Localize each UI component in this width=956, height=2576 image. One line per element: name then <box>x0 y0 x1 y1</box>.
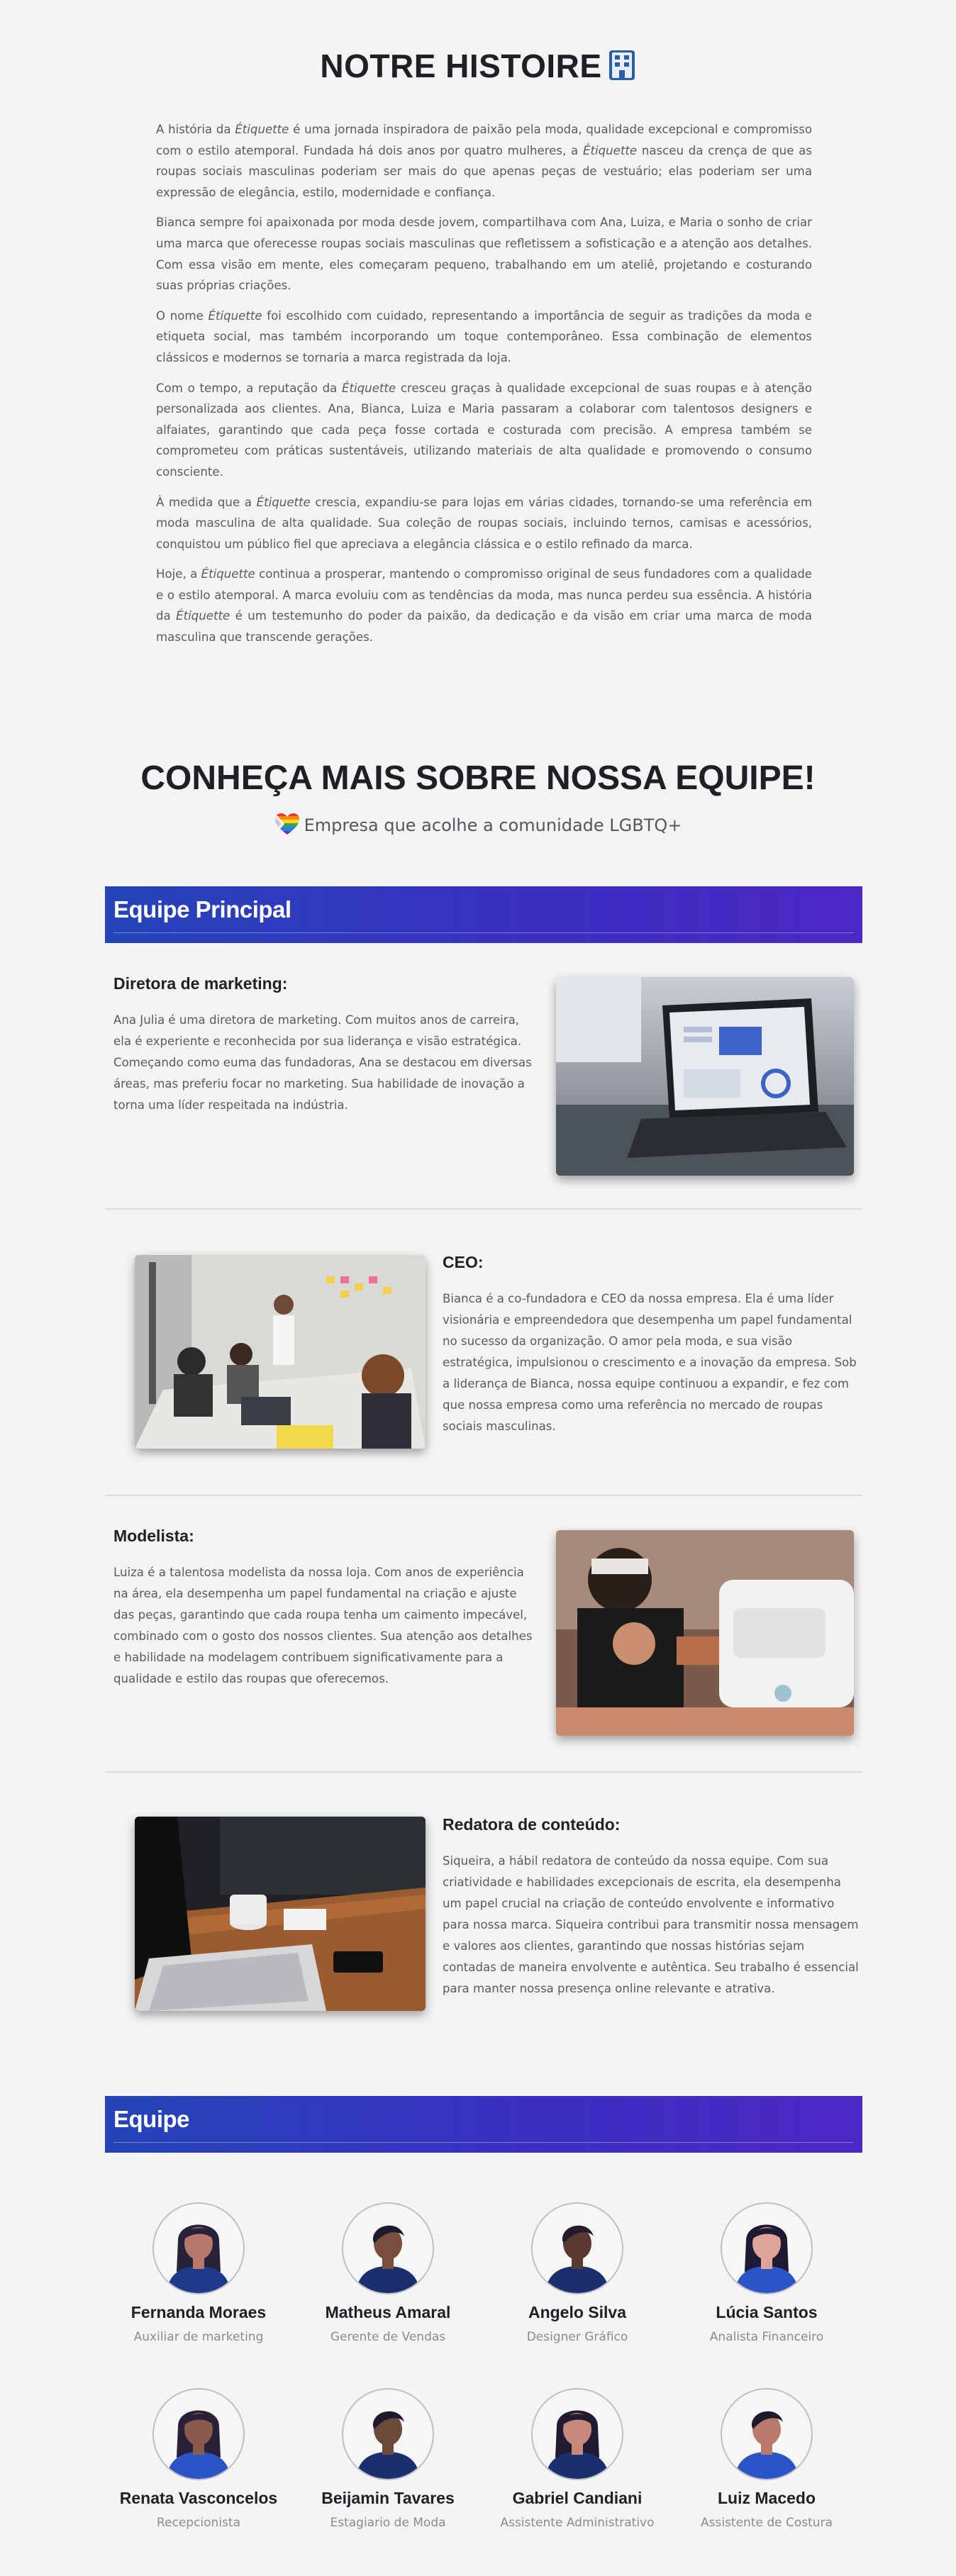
team-member-role: Analista Financeiro <box>709 2330 824 2344</box>
team-member-role: Auxiliar de marketing <box>133 2330 264 2344</box>
story-paragraph: Com o tempo, a reputação da Étiquette cr… <box>156 378 812 483</box>
story-paragraph: À medida que a Étiquette crescia, expand… <box>156 492 812 555</box>
member-role: Modelista: <box>113 1527 194 1545</box>
person-avatar-illustration <box>735 2224 799 2293</box>
banner-divider <box>113 932 854 933</box>
avatar <box>152 2202 245 2295</box>
avatar <box>531 2388 623 2480</box>
story-text: À medida que a <box>156 495 257 509</box>
story-paragraph: Bianca sempre foi apaixonada por moda de… <box>156 212 812 296</box>
member-role: Diretora de marketing: <box>113 974 288 993</box>
brand-name: Étiquette <box>256 495 311 509</box>
person-avatar-illustration <box>545 2410 609 2479</box>
team-member-role: Designer Gráfico <box>526 2330 628 2344</box>
avatar <box>342 2388 434 2480</box>
main-team-banner: Equipe Principal <box>105 886 862 943</box>
team-banner: Equipe <box>105 2096 862 2153</box>
team-member-role: Recepcionista <box>156 2516 240 2530</box>
desk-laptop-coffee-photo <box>135 1817 426 2011</box>
team-meeting-photo <box>135 1255 426 1449</box>
brand-name: Étiquette <box>176 609 230 623</box>
brand-name: Étiquette <box>235 123 289 136</box>
team-member-role: Assistente Administrativo <box>500 2516 655 2530</box>
team-member-role: Gerente de Vendas <box>330 2330 446 2344</box>
story-title-text: NOTRE HISTOIRE <box>320 48 602 84</box>
rainbow-heart-icon <box>274 813 300 840</box>
person-avatar-illustration <box>167 2410 230 2479</box>
member-role: Redatora de conteúdo: <box>443 1815 621 1834</box>
story-text: Bianca sempre foi apaixonada por moda de… <box>156 216 812 293</box>
team-member-name: Lúcia Santos <box>716 2303 818 2321</box>
sewing-machine-photo <box>556 1530 854 1736</box>
person-avatar-illustration <box>735 2411 799 2479</box>
member-role: CEO: <box>443 1253 484 1271</box>
team-member-role: Estagiario de Moda <box>330 2516 446 2530</box>
section-divider <box>105 1495 862 1496</box>
lgbt-welcome-text: Empresa que acolhe a comunidade LGBTQ+ <box>304 815 682 835</box>
member-description: Luiza é a talentosa modelista da nossa l… <box>113 1566 533 1685</box>
avatar <box>721 2388 813 2480</box>
team-member-name: Beijamin Tavares <box>321 2489 455 2507</box>
team-member-name: Gabriel Candiani <box>512 2489 643 2507</box>
avatar <box>342 2202 434 2295</box>
team-member-name: Renata Vasconcelos <box>119 2489 278 2507</box>
member-description: Siqueira, a hábil redatora de conteúdo d… <box>443 1854 859 1995</box>
story-text: A história da <box>156 123 235 136</box>
member-description: Ana Julia é uma diretora de marketing. C… <box>113 1013 532 1112</box>
story-text: Com o tempo, a reputação da <box>156 381 343 395</box>
team-banner-title: Equipe <box>113 2106 190 2132</box>
story-text: cresceu graças à qualidade excepcional d… <box>156 381 812 479</box>
story-paragraph: O nome Étiquette foi escolhido com cuida… <box>156 306 812 369</box>
team-member-name: Matheus Amaral <box>325 2303 451 2321</box>
story-text: O nome <box>156 308 209 323</box>
person-avatar-illustration <box>356 2411 420 2479</box>
team-member-role: Assistente de Costura <box>701 2516 833 2530</box>
story-text: Hoje, a <box>156 567 201 581</box>
avatar <box>531 2202 623 2295</box>
person-avatar-illustration <box>545 2225 609 2293</box>
laptop-dashboard-photo <box>556 977 854 1176</box>
story-title: NOTRE HISTOIRE <box>0 47 956 89</box>
story-paragraph: Hoje, a Étiquette continua a prosperar, … <box>156 564 812 647</box>
brand-name: Étiquette <box>342 381 396 395</box>
team-section-title: CONHEÇA MAIS SOBRE NOSSA EQUIPE! <box>140 759 816 797</box>
building-icon <box>608 49 636 89</box>
lgbt-welcome-line: Empresa que acolhe a comunidade LGBTQ+ <box>0 813 956 840</box>
member-description: Bianca é a co-fundadora e CEO da nossa e… <box>443 1292 857 1433</box>
story-body: A história da Étiquette é uma jornada in… <box>156 119 812 657</box>
team-member-name: Fernanda Moraes <box>130 2303 267 2321</box>
story-text: é um testemunho do poder da paixão, da d… <box>156 609 813 645</box>
person-avatar-illustration <box>356 2225 420 2293</box>
person-avatar-illustration <box>167 2224 230 2293</box>
brand-name: Étiquette <box>582 143 638 157</box>
banner-divider <box>113 2142 854 2143</box>
brand-name: Étiquette <box>201 567 255 581</box>
avatar <box>721 2202 813 2295</box>
about-page: NOTRE HISTOIRE A história da Étiquette é… <box>0 0 956 2576</box>
avatar <box>152 2388 245 2480</box>
team-member-name: Angelo Silva <box>528 2303 627 2321</box>
section-divider <box>105 1208 862 1210</box>
section-divider <box>105 1771 862 1773</box>
brand-name: Étiquette <box>208 308 262 323</box>
story-paragraph: A história da Étiquette é uma jornada in… <box>156 119 812 203</box>
main-team-banner-title: Equipe Principal <box>113 896 291 922</box>
team-member-name: Luiz Macedo <box>717 2489 816 2507</box>
